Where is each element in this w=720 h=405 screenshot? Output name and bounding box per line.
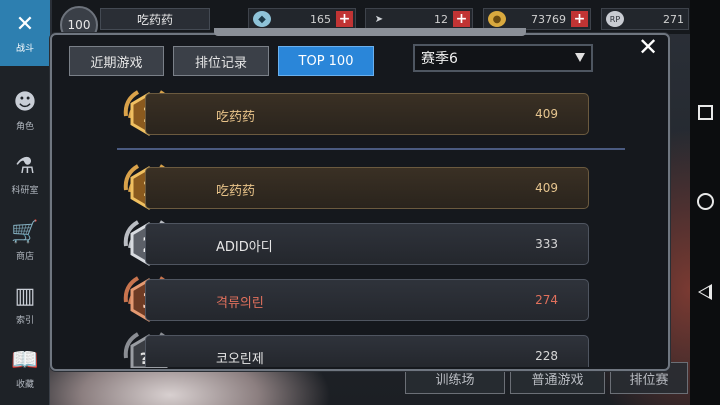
sidebar-item-label: 科研室 <box>11 186 39 196</box>
player-score: 409 <box>535 181 558 195</box>
player-score: 409 <box>535 107 558 121</box>
table-row[interactable]: 격류의린 274 <box>145 279 589 321</box>
resource-bullet: ➤ 12 + <box>365 8 473 30</box>
tab-rank-record[interactable]: 排位记录 <box>173 46 269 76</box>
add-coin-button[interactable]: + <box>571 11 588 27</box>
tab-recent-games[interactable]: 近期游戏 <box>69 46 164 76</box>
resource-diamond: ◆ 165 + <box>248 8 356 30</box>
add-bullet-button[interactable]: + <box>453 11 470 27</box>
sidebar-item-label: 商店 <box>15 252 34 262</box>
modal-notch <box>214 28 526 36</box>
player-name: 격류의린 <box>216 296 264 311</box>
tab-top100[interactable]: TOP 100 <box>278 46 374 76</box>
resource-value: 271 <box>663 12 684 26</box>
season-select[interactable]: 赛季6 <box>413 44 593 72</box>
sidebar-item-character[interactable]: ☻ 角色 <box>0 78 50 144</box>
sidebar-item-battle[interactable]: ✕ 战斗 <box>0 0 50 66</box>
sidebar-item-label: 战斗 <box>15 44 34 54</box>
rp-icon: RP <box>606 11 624 27</box>
recent-apps-icon[interactable] <box>698 105 713 120</box>
chevron-down-icon <box>575 53 585 62</box>
cart-icon: 🛒 <box>11 220 39 245</box>
sidebar-item-label: 角色 <box>15 122 34 132</box>
sidebar-item-label: 收藏 <box>15 380 34 390</box>
sidebar-item-shop[interactable]: 🛒 商店 <box>0 208 50 274</box>
sidebar-item-index[interactable]: ▥ 索引 <box>0 272 50 338</box>
player-name: 코오린제 <box>216 352 264 367</box>
divider <box>117 148 625 150</box>
player-score: 228 <box>535 349 558 363</box>
player-score: 333 <box>535 237 558 251</box>
player-name: ADID아디 <box>216 240 273 255</box>
character-icon: ☻ <box>13 90 37 115</box>
coin-icon: ● <box>488 11 506 27</box>
player-name: 吃药药 <box>216 110 256 125</box>
diamond-icon: ◆ <box>253 11 271 27</box>
table-row[interactable]: ADID아디 333 <box>145 223 589 265</box>
android-nav-bar <box>690 0 720 405</box>
close-icon[interactable]: ✕ <box>628 32 668 62</box>
sidebar-item-lab[interactable]: ⚗ 科研室 <box>0 142 50 208</box>
back-icon[interactable] <box>698 284 712 300</box>
resource-value: 12 <box>434 12 448 26</box>
resource-value: 165 <box>310 12 331 26</box>
my-rank-row[interactable]: 吃药药 409 <box>145 93 589 135</box>
player-name: 吃药药 <box>216 184 256 199</box>
add-diamond-button[interactable]: + <box>336 11 353 27</box>
sidebar-item-label: 索引 <box>15 316 34 326</box>
crossed-guns-icon: ✕ <box>15 12 35 37</box>
table-row[interactable]: 吃药药 409 <box>145 167 589 209</box>
resource-value: 73769 <box>531 12 566 26</box>
player-score: 274 <box>535 293 558 307</box>
resource-rp: RP 271 <box>601 8 689 30</box>
book-open-icon: 📖 <box>11 348 39 373</box>
home-icon[interactable] <box>697 193 714 210</box>
table-row[interactable]: 코오린제 228 <box>145 335 589 367</box>
player-name: 吃药药 <box>100 8 210 30</box>
season-select-value: 赛季6 <box>421 51 458 67</box>
books-icon: ▥ <box>14 284 36 309</box>
bullet-icon: ➤ <box>374 13 384 25</box>
flask-icon: ⚗ <box>15 154 35 179</box>
resource-coin: ● 73769 + <box>483 8 591 30</box>
sidebar: ✕ 战斗 ☻ 角色 ⚗ 科研室 🛒 商店 ▥ 索引 📖 收藏 <box>0 0 50 405</box>
sidebar-item-collection[interactable]: 📖 收藏 <box>0 336 50 402</box>
